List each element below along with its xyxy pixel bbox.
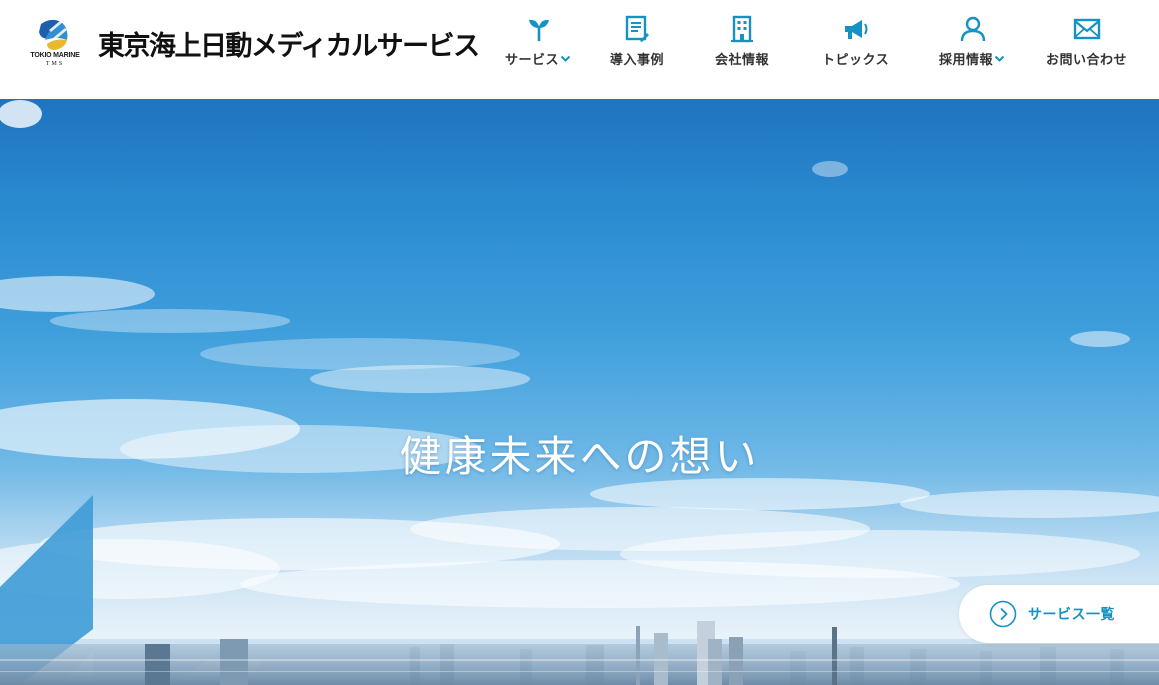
nav-label-company: 会社情報 xyxy=(715,53,770,68)
service-list-button[interactable]: サービス一覧 xyxy=(959,585,1159,643)
document-icon xyxy=(622,14,652,44)
nav-label-recruit: 採用情報 xyxy=(939,53,994,68)
nav-item-topics[interactable]: トピックス xyxy=(822,14,889,74)
chevron-down-icon xyxy=(560,54,572,64)
megaphone-icon xyxy=(841,14,871,44)
nav-label-service: サービス xyxy=(505,53,560,68)
sprout-icon xyxy=(524,14,554,44)
chevron-right-circle-icon xyxy=(989,600,1017,628)
mail-icon xyxy=(1072,14,1102,44)
nav-item-contact[interactable]: お問い合わせ xyxy=(1046,14,1127,74)
person-icon xyxy=(958,14,988,44)
hero-title: 健康未来への想い xyxy=(399,432,760,482)
nav-item-case-studies[interactable]: 導入事例 xyxy=(610,14,664,74)
chevron-down-icon xyxy=(994,54,1006,64)
nav-item-recruit[interactable]: 採用情報 xyxy=(939,14,1006,74)
nav-item-company[interactable]: 会社情報 xyxy=(715,14,769,74)
hero-banner: 健康未来への想い サービス一覧 xyxy=(0,99,1159,685)
nav-label-topics: トピックス xyxy=(822,53,890,68)
service-list-label: サービス一覧 xyxy=(1028,607,1115,623)
nav-label-contact: お問い合わせ xyxy=(1046,53,1128,68)
nav-item-service[interactable]: サービス xyxy=(505,14,572,74)
nav-label-case-studies: 導入事例 xyxy=(610,53,665,68)
site-header: TOKIO MARINE TMS 東京海上日動メディカルサービス サービス 導入… xyxy=(0,0,1159,99)
building-icon xyxy=(727,14,757,44)
main-nav: サービス 導入事例 会社情報 トピックス 採用情報 お問い合わせ xyxy=(0,0,1159,99)
